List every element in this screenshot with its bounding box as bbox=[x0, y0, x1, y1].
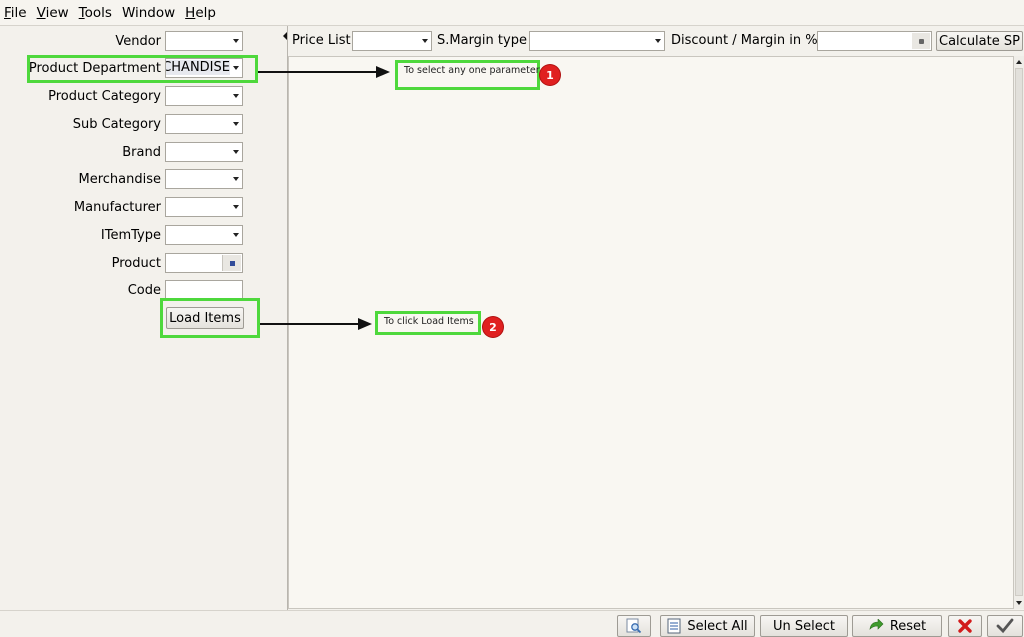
step-badge-2: 2 bbox=[483, 317, 503, 337]
annotation-arrows bbox=[258, 66, 390, 330]
annotation-note-1: To select any one parameter bbox=[395, 60, 540, 90]
step-badge-1: 1 bbox=[540, 65, 560, 85]
arrow-2-head bbox=[358, 318, 372, 330]
annotation-note-2: To click Load Items bbox=[375, 311, 481, 335]
arrow-1-head bbox=[376, 66, 390, 78]
